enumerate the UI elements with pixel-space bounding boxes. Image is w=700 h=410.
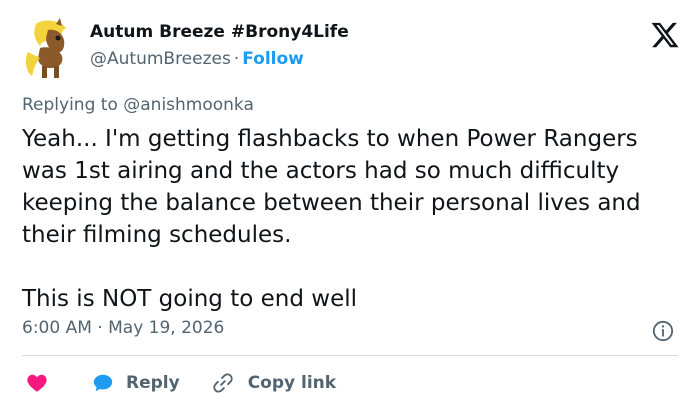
author-handle[interactable]: @AutumBreezes	[90, 49, 231, 69]
reply-bubble-icon	[93, 374, 113, 392]
tweet-time: 6:00 AM	[22, 318, 92, 338]
divider	[22, 355, 678, 356]
tweet-date: May 19, 2026	[108, 318, 225, 338]
link-icon	[213, 373, 233, 393]
info-icon[interactable]	[652, 320, 674, 342]
tweet-text: Yeah... I'm getting flashbacks to when P…	[22, 126, 641, 312]
x-logo-icon[interactable]	[650, 20, 680, 50]
reply-button-label: Reply	[126, 373, 180, 393]
reply-button[interactable]: Reply	[92, 372, 180, 394]
author-handle-row: @AutumBreezes · Follow	[90, 49, 304, 69]
follow-button[interactable]: Follow	[242, 49, 304, 69]
action-bar: Reply Copy link	[26, 368, 336, 398]
reply-context: Replying to @anishmoonka	[22, 95, 254, 115]
tweet-timestamp[interactable]: 6:00 AM · May 19, 2026	[22, 318, 224, 338]
pony-avatar-icon[interactable]	[22, 18, 78, 80]
handle-separator: ·	[233, 49, 240, 69]
author-display-name[interactable]: Autum Breeze #Brony4Life	[90, 22, 349, 42]
reply-context-prefix: Replying to	[22, 95, 118, 115]
timestamp-separator: ·	[97, 318, 103, 338]
reply-mention-link[interactable]: @anishmoonka	[123, 95, 254, 115]
copy-link-button[interactable]: Copy link	[212, 372, 336, 394]
copy-link-label: Copy link	[247, 373, 337, 393]
heart-icon[interactable]	[26, 372, 48, 394]
